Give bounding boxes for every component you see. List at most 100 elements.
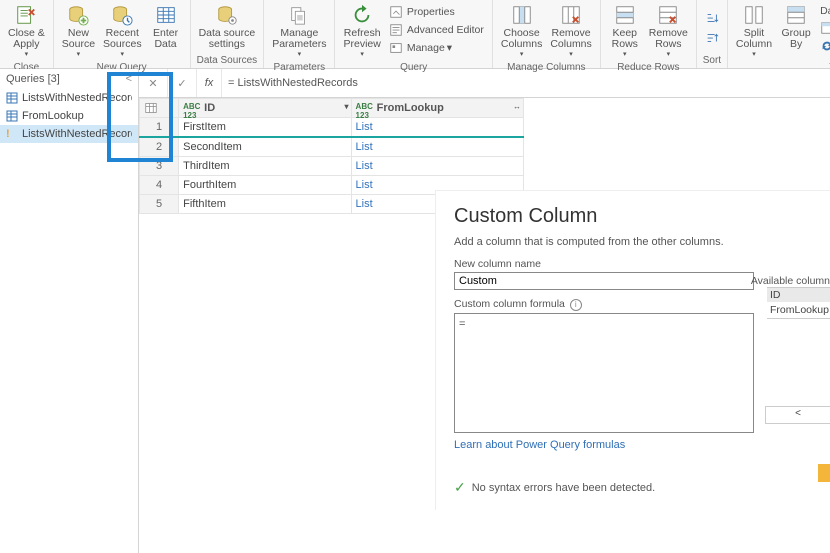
manage-button[interactable]: Manage ▾ — [387, 40, 486, 56]
new-column-name-input[interactable] — [454, 272, 754, 290]
insert-column-button[interactable]: < — [765, 406, 830, 424]
formula-cancel-button[interactable]: ✕ — [139, 69, 168, 97]
keep-rows-button[interactable]: KeepRows ▾ — [605, 2, 645, 60]
available-column-item[interactable]: FromLookup — [767, 302, 830, 318]
sort-desc-icon — [705, 31, 719, 45]
query-item[interactable]: !ListsWithNestedRecords (2) — [0, 125, 138, 143]
table-row[interactable]: 2SecondItemList — [140, 137, 524, 157]
learn-link[interactable]: Learn about Power Query formulas — [454, 439, 625, 451]
query-item-label: ListsWithNestedRecords — [22, 92, 132, 104]
recent-sources-button[interactable]: RecentSources ▾ — [99, 2, 146, 60]
info-icon[interactable]: i — [570, 299, 582, 311]
column-header-id-label: ID — [204, 102, 215, 114]
ribbon-group-data-sources-label: Data Sources — [191, 55, 264, 68]
group-by-icon — [785, 4, 807, 26]
table-icon — [6, 110, 18, 122]
properties-label: Properties — [407, 6, 455, 18]
manage-icon — [389, 41, 403, 55]
column-header-fromlookup-label: FromLookup — [377, 102, 444, 114]
remove-columns-button[interactable]: RemoveColumns ▾ — [546, 2, 595, 60]
custom-column-dialog: Custom Column Add a column that is compu… — [435, 190, 830, 510]
refresh-preview-label: RefreshPreview — [343, 28, 380, 50]
group-by-button[interactable]: GroupBy — [776, 2, 816, 60]
ribbon-group-manage-columns: ChooseColumns ▾ RemoveColumns ▾ Manage C… — [493, 0, 601, 68]
split-column-label: SplitColumn — [736, 28, 772, 50]
type-icon-any: ABC123 — [356, 102, 374, 114]
keep-rows-label: KeepRows — [612, 28, 638, 50]
dialog-status: ✓ No syntax errors have been detected. — [454, 479, 812, 496]
cell-fromlookup[interactable]: List — [351, 137, 523, 157]
check-icon: ✓ — [454, 479, 466, 496]
close-apply-label: Close &Apply — [8, 28, 45, 50]
type-icon-any: ABC123 — [183, 102, 201, 114]
ribbon-group-reduce-rows: KeepRows ▾ RemoveRows ▾ Reduce Rows — [601, 0, 697, 68]
table-icon — [6, 92, 18, 104]
ribbon-group-parameters: ManageParameters ▾ Parameters — [264, 0, 335, 68]
queries-pane-title: Queries [3] — [6, 73, 60, 85]
cell-fromlookup[interactable]: List — [351, 118, 523, 138]
queries-list: ListsWithNestedRecords FromLookup !ListsWi… — [0, 89, 138, 143]
query-item-label: ListsWithNestedRecords (2) — [22, 128, 132, 140]
remove-rows-button[interactable]: RemoveRows ▾ — [645, 2, 692, 60]
column-header-fromlookup[interactable]: ABC123 FromLookup ↔ — [351, 99, 523, 118]
status-text: No syntax errors have been detected. — [472, 482, 655, 494]
formula-text[interactable]: = ListsWithNestedRecords — [222, 77, 830, 89]
choose-columns-button[interactable]: ChooseColumns ▾ — [497, 2, 546, 60]
cell-id[interactable]: FirstItem — [179, 118, 351, 138]
cell-id[interactable]: ThirdItem — [179, 157, 351, 176]
advanced-editor-label: Advanced Editor — [407, 24, 484, 36]
formula-input[interactable]: = — [454, 313, 754, 433]
dialog-ok-button[interactable] — [818, 464, 830, 482]
data-source-settings-label: Data sourcesettings — [199, 28, 256, 50]
query-item[interactable]: ListsWithNestedRecords — [0, 89, 138, 107]
data-source-settings-button[interactable]: Data sourcesettings — [195, 2, 260, 53]
new-source-button[interactable]: NewSource ▾ — [58, 2, 99, 60]
table-row[interactable]: 1FirstItemList — [140, 118, 524, 138]
row-number: 1 — [140, 118, 179, 138]
row-number: 5 — [140, 195, 179, 214]
first-row-headers-icon — [820, 21, 830, 35]
column-filter-dropdown[interactable]: ▾ — [345, 102, 349, 111]
split-column-button[interactable]: SplitColumn ▾ — [732, 2, 776, 60]
cell-id[interactable]: SecondItem — [179, 137, 351, 157]
refresh-icon — [351, 4, 373, 26]
fx-label: fx — [197, 69, 222, 97]
table-corner[interactable] — [140, 99, 179, 118]
data-type-button[interactable]: Data Type: Any ▾ — [818, 4, 830, 18]
advanced-editor-button[interactable]: Advanced Editor — [387, 22, 486, 38]
column-header-id[interactable]: ABC123 ID ▾ — [179, 99, 351, 118]
formula-commit-button[interactable]: ✓ — [168, 69, 197, 97]
replace-values-button[interactable]: Replace Values — [818, 38, 830, 54]
enter-data-button[interactable]: EnterData — [146, 2, 186, 60]
ribbon-group-transform: SplitColumn ▾ GroupBy Data Type: Any ▾ — [728, 0, 830, 68]
table-row[interactable]: 3ThirdItemList — [140, 157, 524, 176]
sort-asc-button[interactable] — [703, 10, 725, 26]
cell-fromlookup[interactable]: List — [351, 157, 523, 176]
check-icon: ✓ — [177, 77, 186, 90]
query-item-label: FromLookup — [22, 110, 84, 122]
ribbon: Close &Apply ▾ Close NewSource ▾ — [0, 0, 830, 69]
properties-button[interactable]: Properties — [387, 4, 486, 20]
sort-asc-icon — [705, 11, 719, 25]
close-apply-button[interactable]: Close &Apply ▾ — [4, 2, 49, 60]
first-row-headers-button[interactable]: Use First Row as Headers ▾ — [818, 20, 830, 36]
split-column-icon — [743, 4, 765, 26]
ribbon-group-new-query: NewSource ▾ RecentSources ▾ EnterData — [54, 0, 191, 68]
available-column-item[interactable]: ID — [767, 288, 830, 302]
manage-parameters-button[interactable]: ManageParameters ▾ — [268, 2, 330, 60]
ribbon-group-close: Close &Apply ▾ Close — [0, 0, 54, 68]
collapse-pane-icon[interactable]: < — [126, 73, 132, 85]
choose-columns-label: ChooseColumns — [501, 28, 542, 50]
sort-desc-button[interactable] — [703, 30, 725, 46]
data-source-settings-icon — [216, 4, 238, 26]
column-expand-dropdown[interactable]: ↔ — [513, 102, 521, 111]
ribbon-group-data-sources: Data sourcesettings Data Sources — [191, 0, 265, 68]
dialog-description: Add a column that is computed from the o… — [454, 236, 812, 248]
cell-id[interactable]: FifthItem — [179, 195, 351, 214]
ribbon-group-sort: Sort — [697, 0, 728, 68]
refresh-preview-button[interactable]: RefreshPreview ▾ — [339, 2, 384, 60]
cell-id[interactable]: FourthItem — [179, 176, 351, 195]
close-apply-icon — [15, 4, 37, 26]
ribbon-group-sort-label: Sort — [697, 55, 727, 68]
query-item[interactable]: FromLookup — [0, 107, 138, 125]
